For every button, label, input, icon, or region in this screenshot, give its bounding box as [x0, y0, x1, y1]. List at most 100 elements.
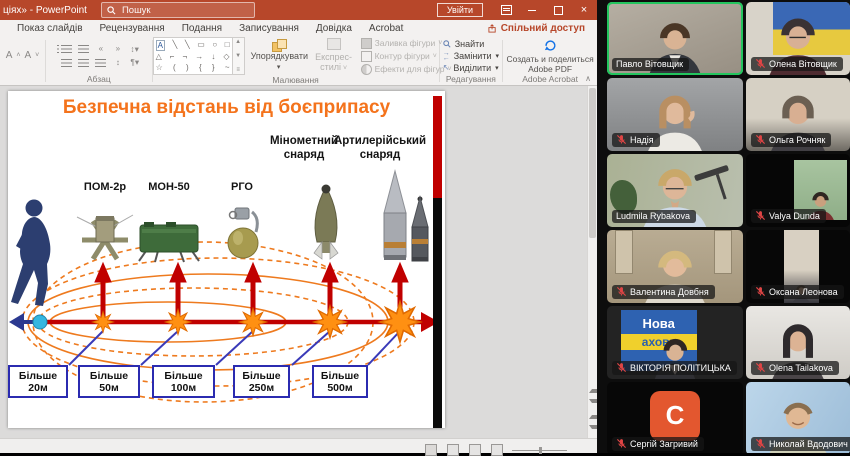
participant-name: Valya Dunda [769, 211, 820, 221]
acrobat-group: Создать и поделитьсяAdobe PDF Adobe Acro… [503, 37, 597, 85]
slide[interactable]: Безпечна відстань від боєприпасу ПОМ-2р … [8, 91, 445, 428]
replace-icon: →← [443, 51, 450, 61]
shape-fill-button[interactable]: Заливка фігури˅ [361, 38, 443, 49]
ppt-statusbar [0, 438, 597, 453]
shape-outline-icon [361, 51, 372, 62]
shapes-gallery[interactable]: А╲╲▭○□ △⌐¬→↓◇ ☆(){}~ ▲▼≡ [153, 37, 245, 75]
ppt-titlebar: ціях» - PowerPoint Увійти × [0, 0, 597, 20]
video-tile-1[interactable]: Павло Вітовщик [607, 2, 743, 75]
mortar-shell [314, 185, 338, 260]
acrobat-group-label: Adobe Acrobat [522, 74, 578, 85]
create-adobe-pdf-button[interactable]: Создать и поделитьсяAdobe PDF [506, 38, 593, 74]
video-tile-7[interactable]: Валентина Довбня [607, 230, 743, 303]
shape-fill-icon [361, 38, 372, 49]
tab-help[interactable]: Довідка [316, 23, 352, 34]
view-sorter-icon[interactable] [447, 444, 459, 456]
find-icon [443, 40, 451, 48]
participant-avatar: С [650, 391, 700, 441]
collapse-ribbon-icon[interactable]: ∧ [585, 74, 591, 83]
slide-canvas: Безпечна відстань від боєприпасу ПОМ-2р … [0, 86, 588, 439]
person-silhouette [11, 200, 50, 307]
video-tile-6[interactable]: Valya Dunda [746, 154, 850, 227]
participant-name: ВІКТОРІЯ ПОЛІТИЦЬКА [630, 363, 731, 373]
video-tile-5[interactable]: Ludmila Rybakova [607, 154, 743, 227]
video-tile-4[interactable]: Ольга Рочняк [746, 78, 850, 151]
sign-in-button[interactable]: Увійти [437, 3, 483, 17]
share-button[interactable]: Спільний доступ [488, 23, 585, 34]
search-icon [107, 6, 116, 15]
adobe-pdf-icon [543, 38, 557, 52]
distance-box: Більше100м [152, 365, 215, 398]
video-tile-9[interactable]: Нова аховк ВІКТОРІЯ ПОЛІТИЦЬКА [607, 306, 743, 379]
shape-outline-button[interactable]: Контур фігури˅ [361, 51, 437, 62]
label-rgo: РГО [202, 181, 282, 193]
rgo-grenade [228, 208, 258, 258]
slide-stripe-black [433, 198, 442, 428]
paragraph-group-label: Абзац [87, 74, 111, 85]
scrollbar-thumb[interactable] [589, 88, 596, 238]
tab-acrobat[interactable]: Acrobat [369, 23, 403, 34]
muted-mic-icon [616, 286, 627, 297]
view-reading-icon[interactable] [469, 444, 481, 456]
minimize-icon[interactable] [519, 0, 545, 20]
participant-name: Николай Вдодович [769, 439, 848, 449]
select-button[interactable]: ↖ Виділити▾ [443, 63, 499, 73]
tab-view[interactable]: Подання [182, 23, 222, 34]
gallery-scroll[interactable]: ▲▼≡ [233, 37, 245, 75]
muted-mic-icon [616, 134, 627, 145]
powerpoint-window: ціях» - PowerPoint Увійти × Показ слайді… [0, 0, 597, 453]
participant-name: Ludmila Rybakova [616, 211, 690, 221]
tab-review[interactable]: Рецензування [100, 23, 165, 34]
participant-name: Оксана Леонова [769, 287, 838, 297]
ribbon-tabs: Показ слайдів Рецензування Подання Запис… [0, 20, 597, 37]
window-title: ціях» - PowerPoint [3, 5, 87, 16]
video-tile-11[interactable]: С Сергій Загривий [607, 382, 743, 453]
participant-name: Павло Вітовщик [616, 59, 683, 69]
vertical-scrollbar[interactable] [587, 86, 597, 439]
shape-effects-icon [361, 64, 372, 75]
replace-button[interactable]: →← Замінити▾ [443, 51, 499, 61]
arrange-icon [272, 39, 286, 51]
ribbon-groups: А˄ А˅ «» ↕ ↕▾¶▾ Абзац А╲╲▭○□ [0, 37, 597, 86]
participant-name: Olena Tailakova [769, 363, 833, 373]
participant-name: Олена Вітовщик [769, 59, 837, 69]
view-slideshow-icon[interactable] [491, 444, 503, 456]
video-tile-2[interactable]: Олена Вітовщик [746, 2, 850, 75]
muted-mic-icon [755, 210, 766, 221]
tab-recording[interactable]: Записування [239, 23, 299, 34]
view-normal-icon[interactable] [425, 444, 437, 456]
video-tile-10[interactable]: Olena Tailakova [746, 306, 850, 379]
drawing-group: А╲╲▭○□ △⌐¬→↓◇ ☆(){}~ ▲▼≡ Упорядкувати ▾ … [153, 37, 439, 85]
ribbon-display-options-icon[interactable] [493, 0, 519, 20]
titlebar-controls: Увійти × [437, 0, 597, 20]
tab-slideshow[interactable]: Показ слайдів [17, 23, 83, 34]
slide-title: Безпечна відстань від боєприпасу [28, 97, 425, 119]
arrange-button[interactable]: Упорядкувати ▾ [251, 39, 307, 73]
pom-2r-mine [77, 215, 133, 259]
quick-styles-button[interactable]: Експрес- стилі ˅ [313, 38, 355, 74]
video-tile-12[interactable]: Николай Вдодович [746, 382, 850, 453]
find-button[interactable]: Знайти [443, 39, 485, 49]
muted-mic-icon [616, 438, 627, 449]
search-box[interactable] [101, 2, 255, 18]
paragraph-buttons[interactable]: «» ↕ [58, 42, 126, 70]
artillery-shells [384, 171, 428, 261]
participant-name: Сергій Загривий [630, 439, 698, 449]
paragraph-group: «» ↕ ↕▾¶▾ Абзац [46, 37, 152, 85]
avatar-letter: С [666, 400, 685, 431]
muted-mic-icon [755, 286, 766, 297]
label-mon: МОН-50 [129, 181, 209, 193]
screen: { "colors":{ "ppt_accent":"#B7472A", "sl… [0, 0, 850, 453]
participant-name: Ольга Рочняк [769, 135, 825, 145]
text-direction-buttons[interactable]: ↕▾¶▾ [130, 44, 139, 68]
font-icons[interactable]: А˄ А˅ [0, 37, 45, 74]
participant-name: Надія [630, 135, 654, 145]
video-tile-3[interactable]: Надія [607, 78, 743, 151]
zoom-meeting-panel: Павло Вітовщик Олена Вітовщик Надія [597, 0, 850, 453]
shape-effects-button[interactable]: Ефекти для фігур˅ [361, 64, 452, 75]
close-icon[interactable]: × [571, 0, 597, 20]
video-tile-8[interactable]: Оксана Леонова [746, 230, 850, 303]
search-input[interactable] [120, 4, 224, 17]
font-group-fragment: А˄ А˅ [0, 37, 45, 85]
restore-icon[interactable] [545, 0, 571, 20]
